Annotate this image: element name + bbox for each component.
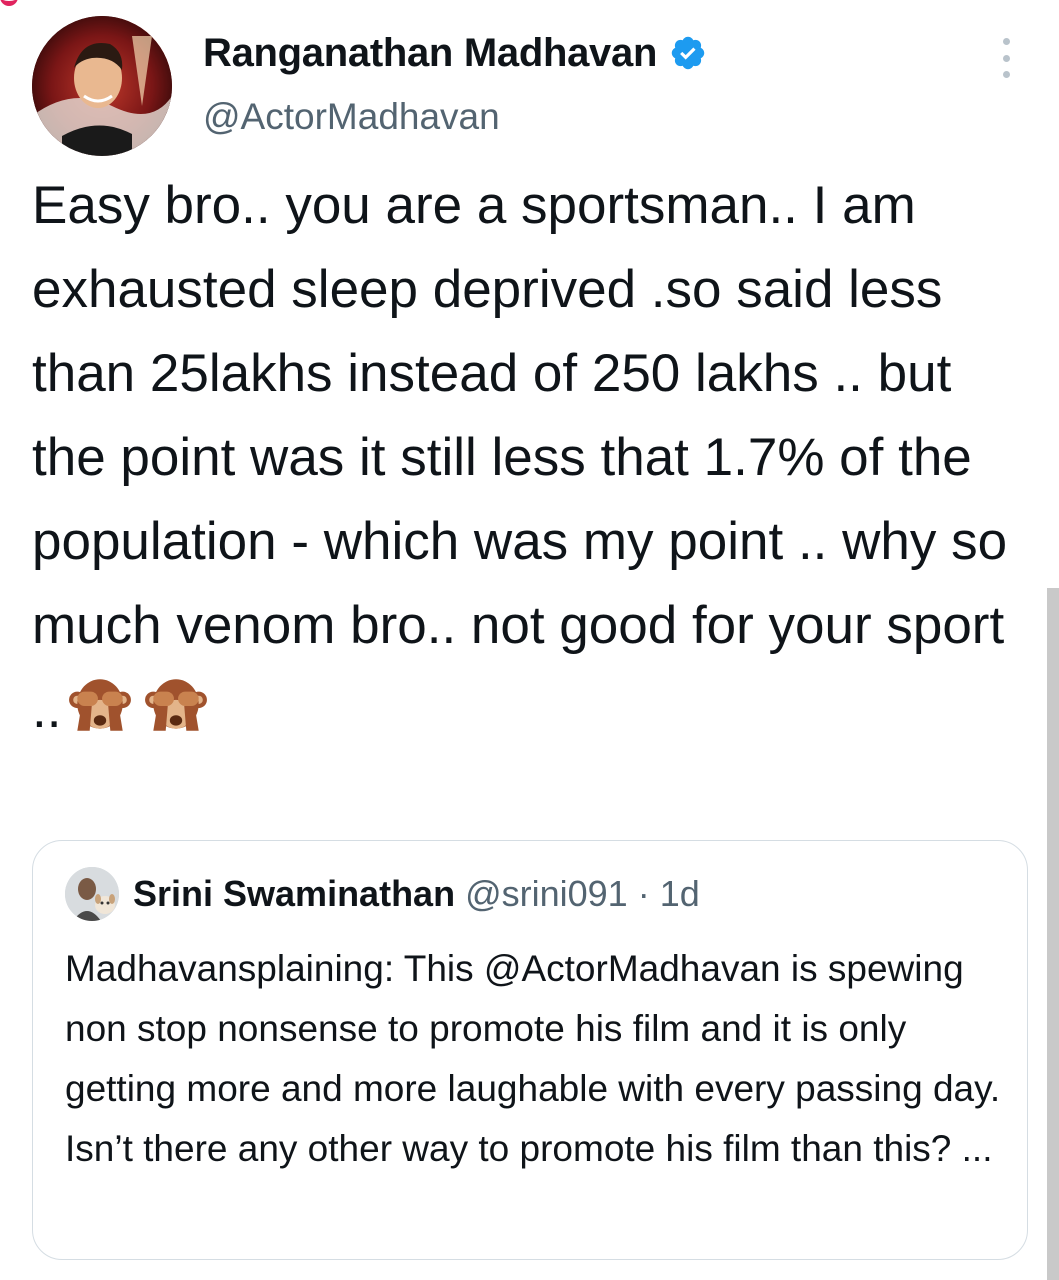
quoted-tweet-header: Srini Swaminathan @srini091 · 1d <box>65 867 700 921</box>
verified-badge-icon <box>671 36 705 70</box>
quoted-tweet-card[interactable]: Srini Swaminathan @srini091 · 1d Madhava… <box>32 840 1028 1260</box>
quoted-tweet-text: Madhavansplaining: This @ActorMadhavan i… <box>65 948 1001 1169</box>
quoted-author-avatar[interactable] <box>65 867 119 921</box>
quoted-separator: · <box>637 873 650 914</box>
quoted-timestamp[interactable]: 1d <box>660 873 700 915</box>
scrollbar[interactable] <box>1047 588 1059 1280</box>
author-avatar[interactable] <box>32 16 172 156</box>
see-no-evil-monkey-icon <box>69 679 132 731</box>
tweet-body: Easy bro.. you are a sportsman.. I am ex… <box>32 164 1032 752</box>
author-handle[interactable]: @ActorMadhavan <box>203 96 500 138</box>
quoted-author-handle[interactable]: @srini091 <box>465 873 628 915</box>
author-display-name[interactable]: Ranganathan Madhavan <box>203 31 657 76</box>
author-name-row[interactable]: Ranganathan Madhavan <box>203 28 707 78</box>
corner-mark <box>0 0 18 6</box>
quoted-author-name[interactable]: Srini Swaminathan <box>133 873 455 915</box>
tweet-screenshot: Ranganathan Madhavan @ActorMadhavan Easy… <box>0 0 1059 1280</box>
emoji-group <box>67 673 209 739</box>
tweet-text: Easy bro.. you are a sportsman.. I am ex… <box>32 176 1022 739</box>
more-vertical-icon[interactable] <box>996 38 1016 78</box>
see-no-evil-monkey-icon <box>145 679 208 731</box>
